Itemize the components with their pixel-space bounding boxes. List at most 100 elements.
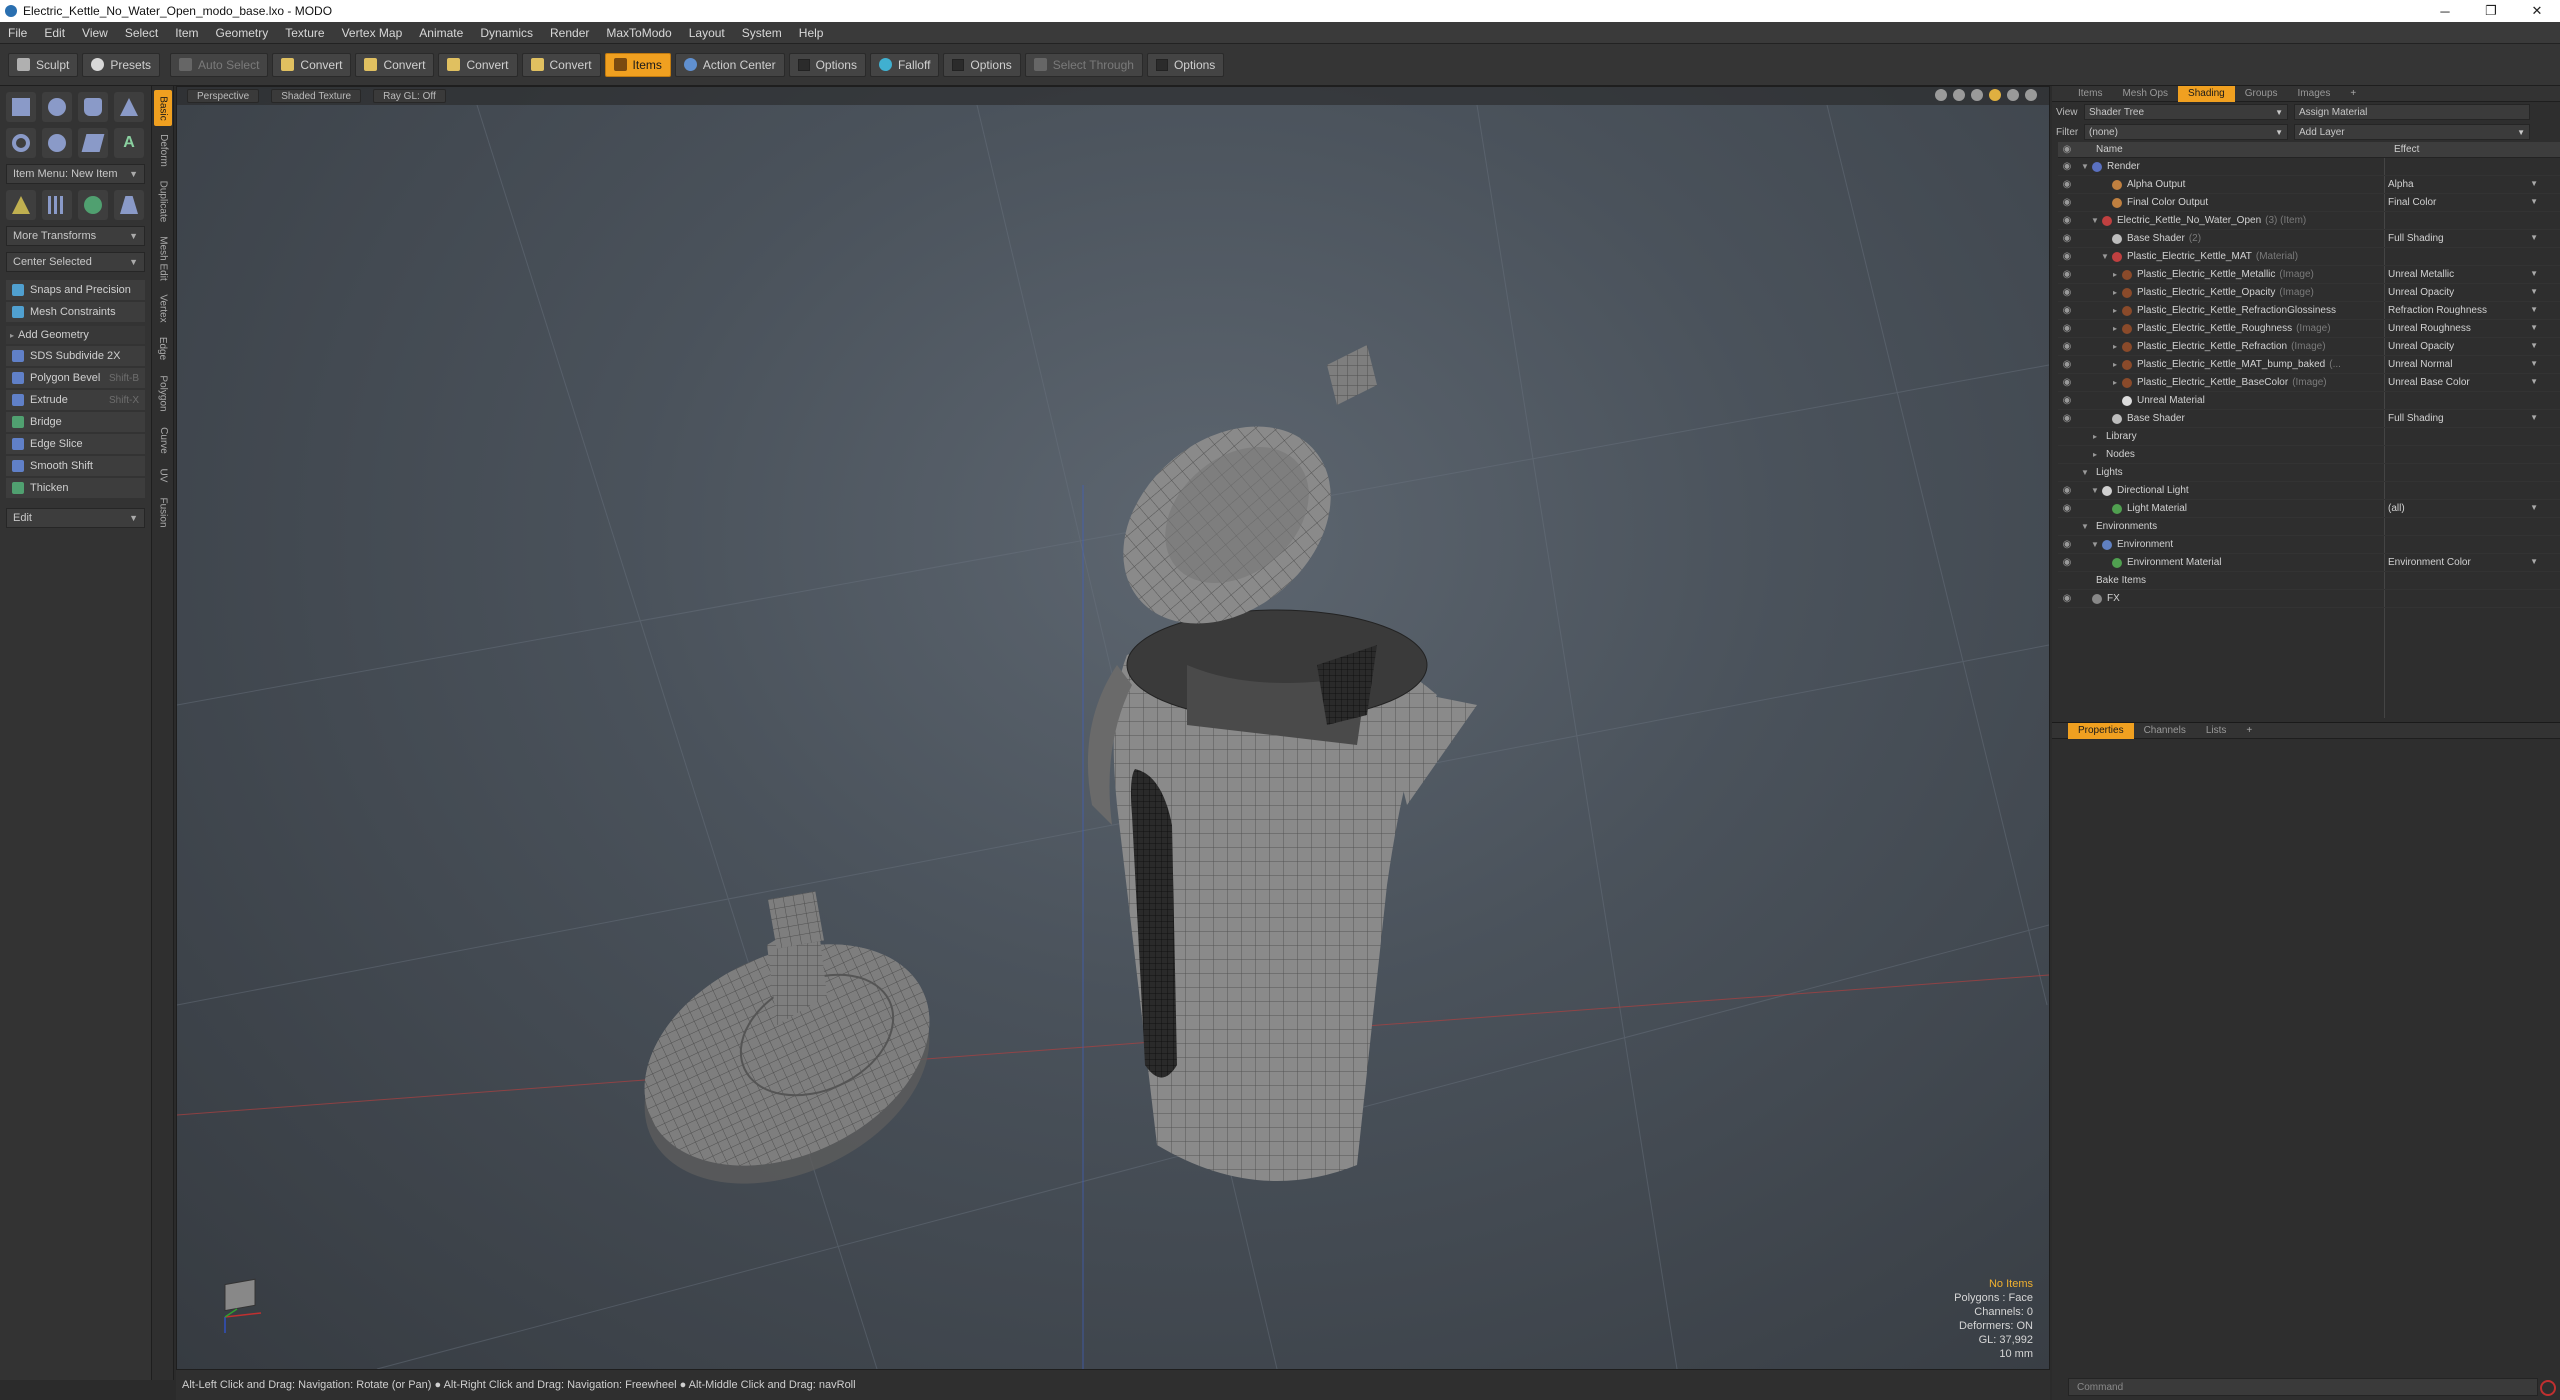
- expand-toggle-icon[interactable]: ▸: [2110, 324, 2120, 333]
- cylinder-primitive-icon[interactable]: [78, 92, 108, 122]
- visibility-eye-icon[interactable]: ◉: [2058, 215, 2076, 226]
- auto-select-button[interactable]: Auto Select: [170, 52, 269, 77]
- vtab-basic[interactable]: Basic: [154, 90, 172, 126]
- vtab-fusion[interactable]: Fusion: [154, 492, 172, 532]
- sculpt-button[interactable]: Sculpt: [8, 52, 79, 77]
- visibility-eye-icon[interactable]: ◉: [2058, 503, 2076, 514]
- shader-tree-row[interactable]: ◉ Base Shader (2) Full Shading ▼: [2058, 230, 2560, 248]
- effect-dropdown[interactable]: Unreal Base Color ▼: [2388, 377, 2542, 388]
- effect-dropdown[interactable]: Environment Color ▼: [2388, 557, 2542, 568]
- effect-dropdown[interactable]: Refraction Roughness ▼: [2388, 305, 2542, 316]
- convert-vertices-button[interactable]: Convert: [272, 52, 352, 77]
- effect-column-header[interactable]: Effect: [2394, 144, 2419, 155]
- scale-tool-icon[interactable]: [114, 190, 144, 220]
- name-column-header[interactable]: Name: [2096, 144, 2123, 155]
- 3d-viewport[interactable]: Perspective Shaded Texture Ray GL: Off N…: [176, 86, 2050, 1370]
- effect-dropdown[interactable]: Unreal Opacity ▼: [2388, 341, 2542, 352]
- view-select[interactable]: Shader Tree ▼: [2084, 104, 2288, 120]
- visibility-eye-icon[interactable]: ◉: [2058, 557, 2076, 568]
- effect-dropdown[interactable]: Alpha ▼: [2388, 179, 2542, 190]
- sphere-primitive-icon[interactable]: [42, 92, 72, 122]
- convert-edges-button[interactable]: Convert: [355, 52, 435, 77]
- expand-toggle-icon[interactable]: ▼: [2080, 468, 2090, 477]
- menu-view[interactable]: View: [82, 26, 108, 40]
- tab-items[interactable]: Items: [2068, 86, 2112, 102]
- presets-button[interactable]: Presets: [82, 52, 161, 77]
- action-center-options-button[interactable]: Options: [788, 52, 866, 77]
- snaps-precision-button[interactable]: Snaps and Precision: [6, 280, 145, 300]
- menu-maxtomodo[interactable]: MaxToModo: [606, 26, 671, 40]
- vtab-polygon[interactable]: Polygon: [154, 368, 172, 418]
- visibility-eye-icon[interactable]: ◉: [2058, 485, 2076, 496]
- tab-mesh-ops[interactable]: Mesh Ops: [2112, 86, 2178, 102]
- visibility-eye-icon[interactable]: ◉: [2058, 395, 2076, 406]
- add-tab-button[interactable]: +: [2340, 86, 2366, 102]
- effect-dropdown[interactable]: (all) ▼: [2388, 503, 2542, 514]
- visibility-eye-icon[interactable]: ◉: [2058, 179, 2076, 190]
- chevron-right-icon[interactable]: [2025, 89, 2037, 101]
- fit-icon[interactable]: [1989, 89, 2001, 101]
- shader-tree-row[interactable]: ▼ Lights: [2058, 464, 2560, 482]
- add-props-tab-button[interactable]: +: [2236, 723, 2262, 739]
- polygon-bevel-button[interactable]: Polygon Bevel Shift-B: [6, 368, 145, 388]
- minimize-button[interactable]: ─: [2422, 0, 2468, 22]
- menu-item[interactable]: Item: [175, 26, 198, 40]
- expand-toggle-icon[interactable]: ▼: [2080, 522, 2090, 531]
- item-menu-dropdown[interactable]: Item Menu: New Item ▼: [6, 164, 145, 184]
- vtab-vertex[interactable]: Vertex: [154, 288, 172, 328]
- shader-tree-row[interactable]: ◉ ▼ Environment: [2058, 536, 2560, 554]
- maximize-button[interactable]: ❐: [2468, 0, 2514, 22]
- pan-icon[interactable]: [1935, 89, 1947, 101]
- expand-toggle-icon[interactable]: ▸: [2110, 306, 2120, 315]
- add-geometry-header[interactable]: ▸ Add Geometry: [6, 326, 145, 344]
- menu-layout[interactable]: Layout: [689, 26, 725, 40]
- expand-toggle-icon[interactable]: ▸: [2110, 270, 2120, 279]
- command-stop-icon[interactable]: [2540, 1380, 2556, 1396]
- visibility-eye-icon[interactable]: ◉: [2058, 359, 2076, 370]
- menu-texture[interactable]: Texture: [285, 26, 324, 40]
- cone-primitive-icon[interactable]: [114, 92, 144, 122]
- expand-toggle-icon[interactable]: ▸: [2110, 378, 2120, 387]
- select-through-options-checkbox[interactable]: [1155, 58, 1168, 71]
- visibility-eye-icon[interactable]: ◉: [2058, 377, 2076, 388]
- action-center-button[interactable]: Action Center: [674, 52, 785, 77]
- shader-tree-row[interactable]: ◉ ▼ Render: [2058, 158, 2560, 176]
- expand-toggle-icon[interactable]: ▼: [2080, 162, 2090, 171]
- falloff-options-button[interactable]: Options: [943, 52, 1021, 77]
- convert-materials-button[interactable]: Convert: [521, 52, 601, 77]
- shader-tree-row[interactable]: Bake Items: [2058, 572, 2560, 590]
- text-primitive-icon[interactable]: A: [114, 128, 144, 158]
- effect-dropdown[interactable]: Full Shading ▼: [2388, 413, 2542, 424]
- visibility-eye-icon[interactable]: ◉: [2058, 197, 2076, 208]
- shader-tree-row[interactable]: ◉ Base Shader Full Shading ▼: [2058, 410, 2560, 428]
- expand-toggle-icon[interactable]: ▼: [2090, 486, 2100, 495]
- visibility-eye-icon[interactable]: ◉: [2058, 251, 2076, 262]
- effect-dropdown[interactable]: Full Shading ▼: [2388, 233, 2542, 244]
- shader-tree-row[interactable]: ◉ Unreal Material: [2058, 392, 2560, 410]
- rotate-tool-icon[interactable]: [78, 190, 108, 220]
- shader-tree-row[interactable]: ◉ ▸ Plastic_Electric_Kettle_Metallic (Image…: [2058, 266, 2560, 284]
- assign-material-button[interactable]: Assign Material: [2294, 104, 2530, 120]
- effect-dropdown[interactable]: Unreal Normal ▼: [2388, 359, 2542, 370]
- zoom-icon[interactable]: [1971, 89, 1983, 101]
- expand-toggle-icon[interactable]: ▸: [2110, 288, 2120, 297]
- shader-tree-row[interactable]: ◉ ▸ Plastic_Electric_Kettle_Refraction (Ima…: [2058, 338, 2560, 356]
- convert-polygons-button[interactable]: Convert: [438, 52, 518, 77]
- shader-tree-row[interactable]: ▼ Environments: [2058, 518, 2560, 536]
- bridge-button[interactable]: Bridge: [6, 412, 145, 432]
- rotate-icon[interactable]: [1953, 89, 1965, 101]
- expand-toggle-icon[interactable]: ▼: [2090, 540, 2100, 549]
- expand-toggle-icon[interactable]: ▸: [2090, 450, 2100, 459]
- more-transforms-dropdown[interactable]: More Transforms ▼: [6, 226, 145, 246]
- vtab-deform[interactable]: Deform: [154, 130, 172, 170]
- visibility-eye-icon[interactable]: ◉: [2058, 269, 2076, 280]
- shader-tree-row[interactable]: ◉ ▼ Directional Light: [2058, 482, 2560, 500]
- shader-tree-row[interactable]: ◉ ▸ Plastic_Electric_Kettle_MAT_bump_baked…: [2058, 356, 2560, 374]
- tab-shading[interactable]: Shading: [2178, 85, 2235, 102]
- shader-tree-row[interactable]: ◉ ▼ Plastic_Electric_Kettle_MAT (Material): [2058, 248, 2560, 266]
- shader-tree-row[interactable]: ◉ ▸ Plastic_Electric_Kettle_BaseColor (Imag…: [2058, 374, 2560, 392]
- expand-toggle-icon[interactable]: ▸: [2110, 360, 2120, 369]
- visibility-eye-icon[interactable]: ◉: [2058, 413, 2076, 424]
- view-type-perspective[interactable]: Perspective: [187, 89, 260, 103]
- shader-tree-row[interactable]: ◉ Alpha Output Alpha ▼: [2058, 176, 2560, 194]
